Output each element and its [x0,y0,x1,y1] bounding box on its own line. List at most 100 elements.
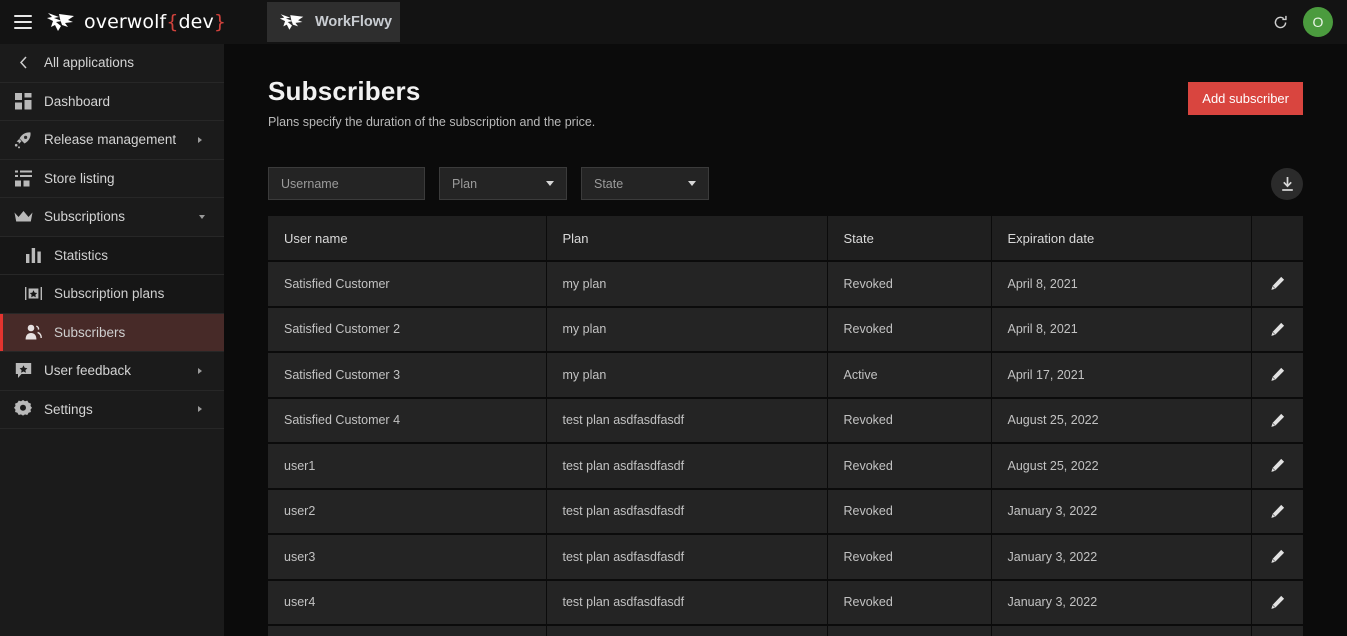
edit-row-button[interactable] [1252,490,1304,533]
bar-chart-icon [22,244,44,266]
add-subscriber-button[interactable]: Add subscriber [1188,82,1303,115]
cell-actions [1251,442,1304,489]
sidebar-item-subscription-plans[interactable]: Subscription plans [0,275,224,314]
page-title: Subscribers [268,76,421,106]
avatar[interactable]: O [1303,7,1333,37]
subscribers-table: User name Plan State Expiration date Sat… [268,216,1303,636]
cell-user-name: user3 [268,533,547,580]
sidebar-item-release-management[interactable]: Release management [0,121,224,160]
sidebar-item-settings[interactable]: Settings [0,391,224,429]
chevron-right-icon [198,406,202,413]
column-header-state: State [827,216,992,261]
pencil-icon [1271,595,1284,609]
pencil-icon [1271,459,1284,473]
cell-expiration: April 17, 2021 [991,351,1252,398]
edit-row-button[interactable] [1252,308,1304,351]
pencil-icon [1271,277,1284,291]
brand-brace-open: { [166,11,179,33]
sidebar-item-label: Release management [44,132,177,148]
refresh-icon[interactable] [1272,14,1289,31]
main-content: Subscribers Plans specify the duration o… [224,44,1347,636]
crown-icon [12,206,34,228]
sidebar-item-user-feedback[interactable]: User feedback [0,352,224,391]
sidebar-item-statistics[interactable]: Statistics [0,236,224,275]
sidebar-item-all-applications[interactable]: All applications [0,44,224,83]
brand-dev: dev [178,11,214,33]
cell-expiration: August 25, 2022 [991,442,1252,489]
table-row[interactable]: Satisfied Customer 4 test plan asdfasdfa… [268,396,1304,443]
cell-plan: test plan asdfasdfasdf [546,396,828,443]
state-filter-select[interactable]: State [581,167,709,200]
cell-actions [1251,396,1304,443]
cell-actions [1251,624,1303,636]
hamburger-icon[interactable] [14,15,32,29]
cell-state [827,624,992,636]
app-tab-workflowy[interactable]: WorkFlowy [267,2,400,42]
cell-actions [1251,487,1304,534]
pencil-icon [1271,504,1284,518]
table-row[interactable]: user1 test plan asdfasdfasdf Revoked Aug… [268,442,1304,489]
overwolf-logo[interactable]: overwolf{dev} [46,11,226,33]
column-header-actions [1251,216,1303,261]
table-row[interactable]: user3 test plan asdfasdfasdf Revoked Jan… [268,533,1304,580]
sidebar-item-subscribers[interactable]: Subscribers [0,313,224,352]
wolf-head-icon [47,13,74,31]
cell-user-name: Satisfied Customer 2 [268,305,547,352]
table-row[interactable]: Satisfied Customer 3 my plan Active Apri… [268,351,1304,398]
cell-expiration: January 3, 2022 [991,487,1252,534]
download-icon [1281,176,1293,191]
table-row[interactable]: user2 test plan asdfasdfasdf Revoked Jan… [268,487,1304,534]
edit-row-button[interactable] [1252,399,1304,442]
wolf-head-icon [279,14,304,30]
chevron-left-icon [12,52,34,74]
sidebar-item-label: Store listing [44,170,115,186]
edit-row-button[interactable] [1252,263,1304,306]
chevron-down-icon [199,214,205,219]
top-bar-actions: O [1272,0,1333,44]
page-subtitle: Plans specify the duration of the subscr… [268,115,596,129]
table-row[interactable]: user4 test plan asdfasdfasdf Revoked Jan… [268,578,1304,625]
feedback-icon [12,360,34,382]
brand-name: overwolf [84,11,167,33]
state-filter-label: State [594,176,624,191]
download-button[interactable] [1271,168,1303,200]
cell-plan: my plan [546,260,828,307]
avatar-initial: O [1312,14,1324,30]
chevron-down-icon [688,181,696,186]
cell-expiration: January 3, 2022 [991,533,1252,580]
cell-expiration: August 25, 2022 [991,396,1252,443]
card-icon [22,283,44,305]
edit-row-button[interactable] [1252,536,1304,579]
sidebar-item-dashboard[interactable]: Dashboard [0,83,224,121]
cell-expiration: January 3, 2022 [991,578,1252,625]
cell-expiration [991,624,1252,636]
username-filter-placeholder: Username [281,176,339,191]
cell-actions [1251,351,1304,398]
table-body: Satisfied Customer my plan Revoked April… [268,260,1304,636]
table-row[interactable]: Satisfied Customer 2 my plan Revoked Apr… [268,305,1304,352]
column-header-expiration-date: Expiration date [991,216,1252,261]
cell-actions [1251,305,1304,352]
table-row[interactable]: Satisfied Customer my plan Revoked April… [268,260,1304,307]
cell-user-name: Satisfied Customer 3 [268,351,547,398]
chevron-down-icon [546,181,554,186]
cell-plan: test plan asdfasdfasdf [546,533,828,580]
username-filter-input[interactable]: Username [268,167,425,200]
chevron-right-icon [198,367,202,374]
cell-state: Revoked [827,578,992,625]
edit-row-button[interactable] [1252,354,1304,397]
cell-plan: my plan [546,305,828,352]
plan-filter-select[interactable]: Plan [439,167,567,200]
cell-user-name: Satisfied Customer 4 [268,396,547,443]
sidebar-item-label: Subscription plans [54,286,165,302]
app-tab-label: WorkFlowy [315,14,393,30]
edit-row-button[interactable] [1252,445,1304,488]
sidebar-item-label: All applications [44,55,135,71]
pencil-icon [1271,413,1284,427]
edit-row-button[interactable] [1252,581,1304,624]
rocket-icon [12,129,34,151]
sidebar-item-store-listing[interactable]: Store listing [0,160,224,198]
table-row[interactable] [268,624,1303,636]
cell-state: Revoked [827,260,992,307]
sidebar-item-subscriptions[interactable]: Subscriptions [0,198,224,237]
